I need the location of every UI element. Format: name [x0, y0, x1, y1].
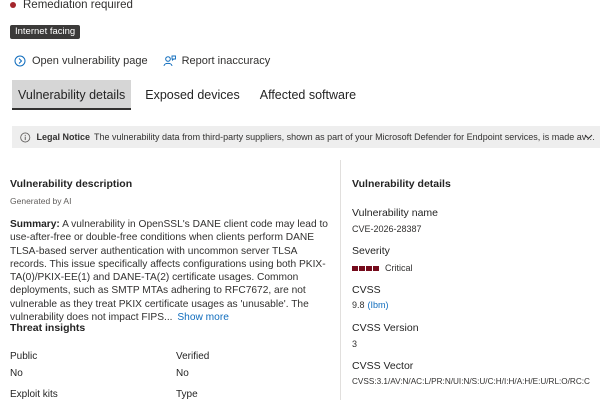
summary-label: Summary: [10, 219, 60, 230]
generated-by-ai-label: Generated by AI [10, 196, 72, 206]
external-link-icon [14, 55, 26, 67]
detail-tabs: Vulnerability details Exposed devices Af… [12, 80, 370, 110]
tab-exposed-devices[interactable]: Exposed devices [139, 80, 246, 110]
report-inaccuracy-label: Report inaccuracy [181, 55, 271, 67]
verified-label: Verified [176, 351, 210, 362]
threat-insights-title: Threat insights [10, 322, 86, 334]
open-vulnerability-page-label: Open vulnerability page [32, 55, 148, 67]
cvss-score: 9.8 (Ibm) [352, 300, 389, 310]
status-dot-icon [10, 2, 16, 8]
internet-facing-tag: Internet facing [10, 25, 81, 39]
legal-notice-banner[interactable]: Legal Notice The vulnerability data from… [12, 126, 600, 148]
public-label: Public [10, 351, 38, 362]
severity-bar-icon [373, 265, 379, 271]
tab-vulnerability-details[interactable]: Vulnerability details [12, 80, 132, 110]
vulnerability-description-title: Vulnerability description [10, 178, 133, 190]
open-vulnerability-page-button[interactable]: Open vulnerability page [14, 55, 148, 67]
chevron-down-icon[interactable] [583, 131, 594, 142]
info-icon [20, 131, 31, 143]
verified-value: No [176, 368, 189, 379]
column-divider [340, 160, 341, 400]
severity-bar-icon [359, 265, 365, 271]
show-more-link[interactable]: Show more [177, 312, 229, 323]
summary-paragraph: Summary: A vulnerability in OpenSSL's DA… [10, 218, 334, 324]
exploit-kits-label: Exploit kits [10, 389, 58, 400]
remediation-status: Remediation required [10, 0, 133, 14]
vulnerability-name-value: CVE-2026-28387 [352, 224, 422, 234]
severity-label: Severity [352, 245, 390, 257]
cvss-value: 9.8 [352, 300, 365, 310]
cvss-vector-value: CVSS:3.1/AV:N/AC:L/PR:N/UI:N/S:U/C:H/I:H… [352, 377, 590, 386]
vulnerability-details-title: Vulnerability details [352, 178, 451, 190]
cvss-label: CVSS [352, 284, 381, 296]
vulnerability-details-section: Vulnerability details [352, 178, 600, 190]
action-bar: Open vulnerability page Report inaccurac… [14, 52, 285, 70]
severity-bar-icon [352, 265, 358, 271]
tab-affected-software[interactable]: Affected software [254, 80, 362, 110]
report-inaccuracy-button[interactable]: Report inaccuracy [163, 55, 271, 67]
summary-text: A vulnerability in OpenSSL's DANE client… [10, 219, 328, 324]
public-value: No [10, 368, 23, 379]
status-text: Remediation required [23, 0, 133, 11]
vulnerability-name-label: Vulnerability name [352, 207, 438, 219]
cvss-version-label: CVSS Version [352, 322, 419, 334]
cvss-vector-label: CVSS Vector [352, 360, 414, 372]
legal-notice-text: The vulnerability data from third-party … [94, 132, 600, 142]
severity-bar-icon [366, 265, 372, 271]
cvss-version-value: 3 [352, 339, 358, 349]
person-feedback-icon [163, 55, 176, 67]
severity-indicator: Critical [352, 263, 413, 273]
vulnerability-description-section: Vulnerability description Generated by A… [10, 178, 334, 324]
severity-value: Critical [385, 263, 413, 273]
type-label: Type [176, 389, 198, 400]
legal-notice-title: Legal Notice [36, 132, 91, 142]
cvss-source-link[interactable]: (Ibm) [368, 300, 389, 310]
